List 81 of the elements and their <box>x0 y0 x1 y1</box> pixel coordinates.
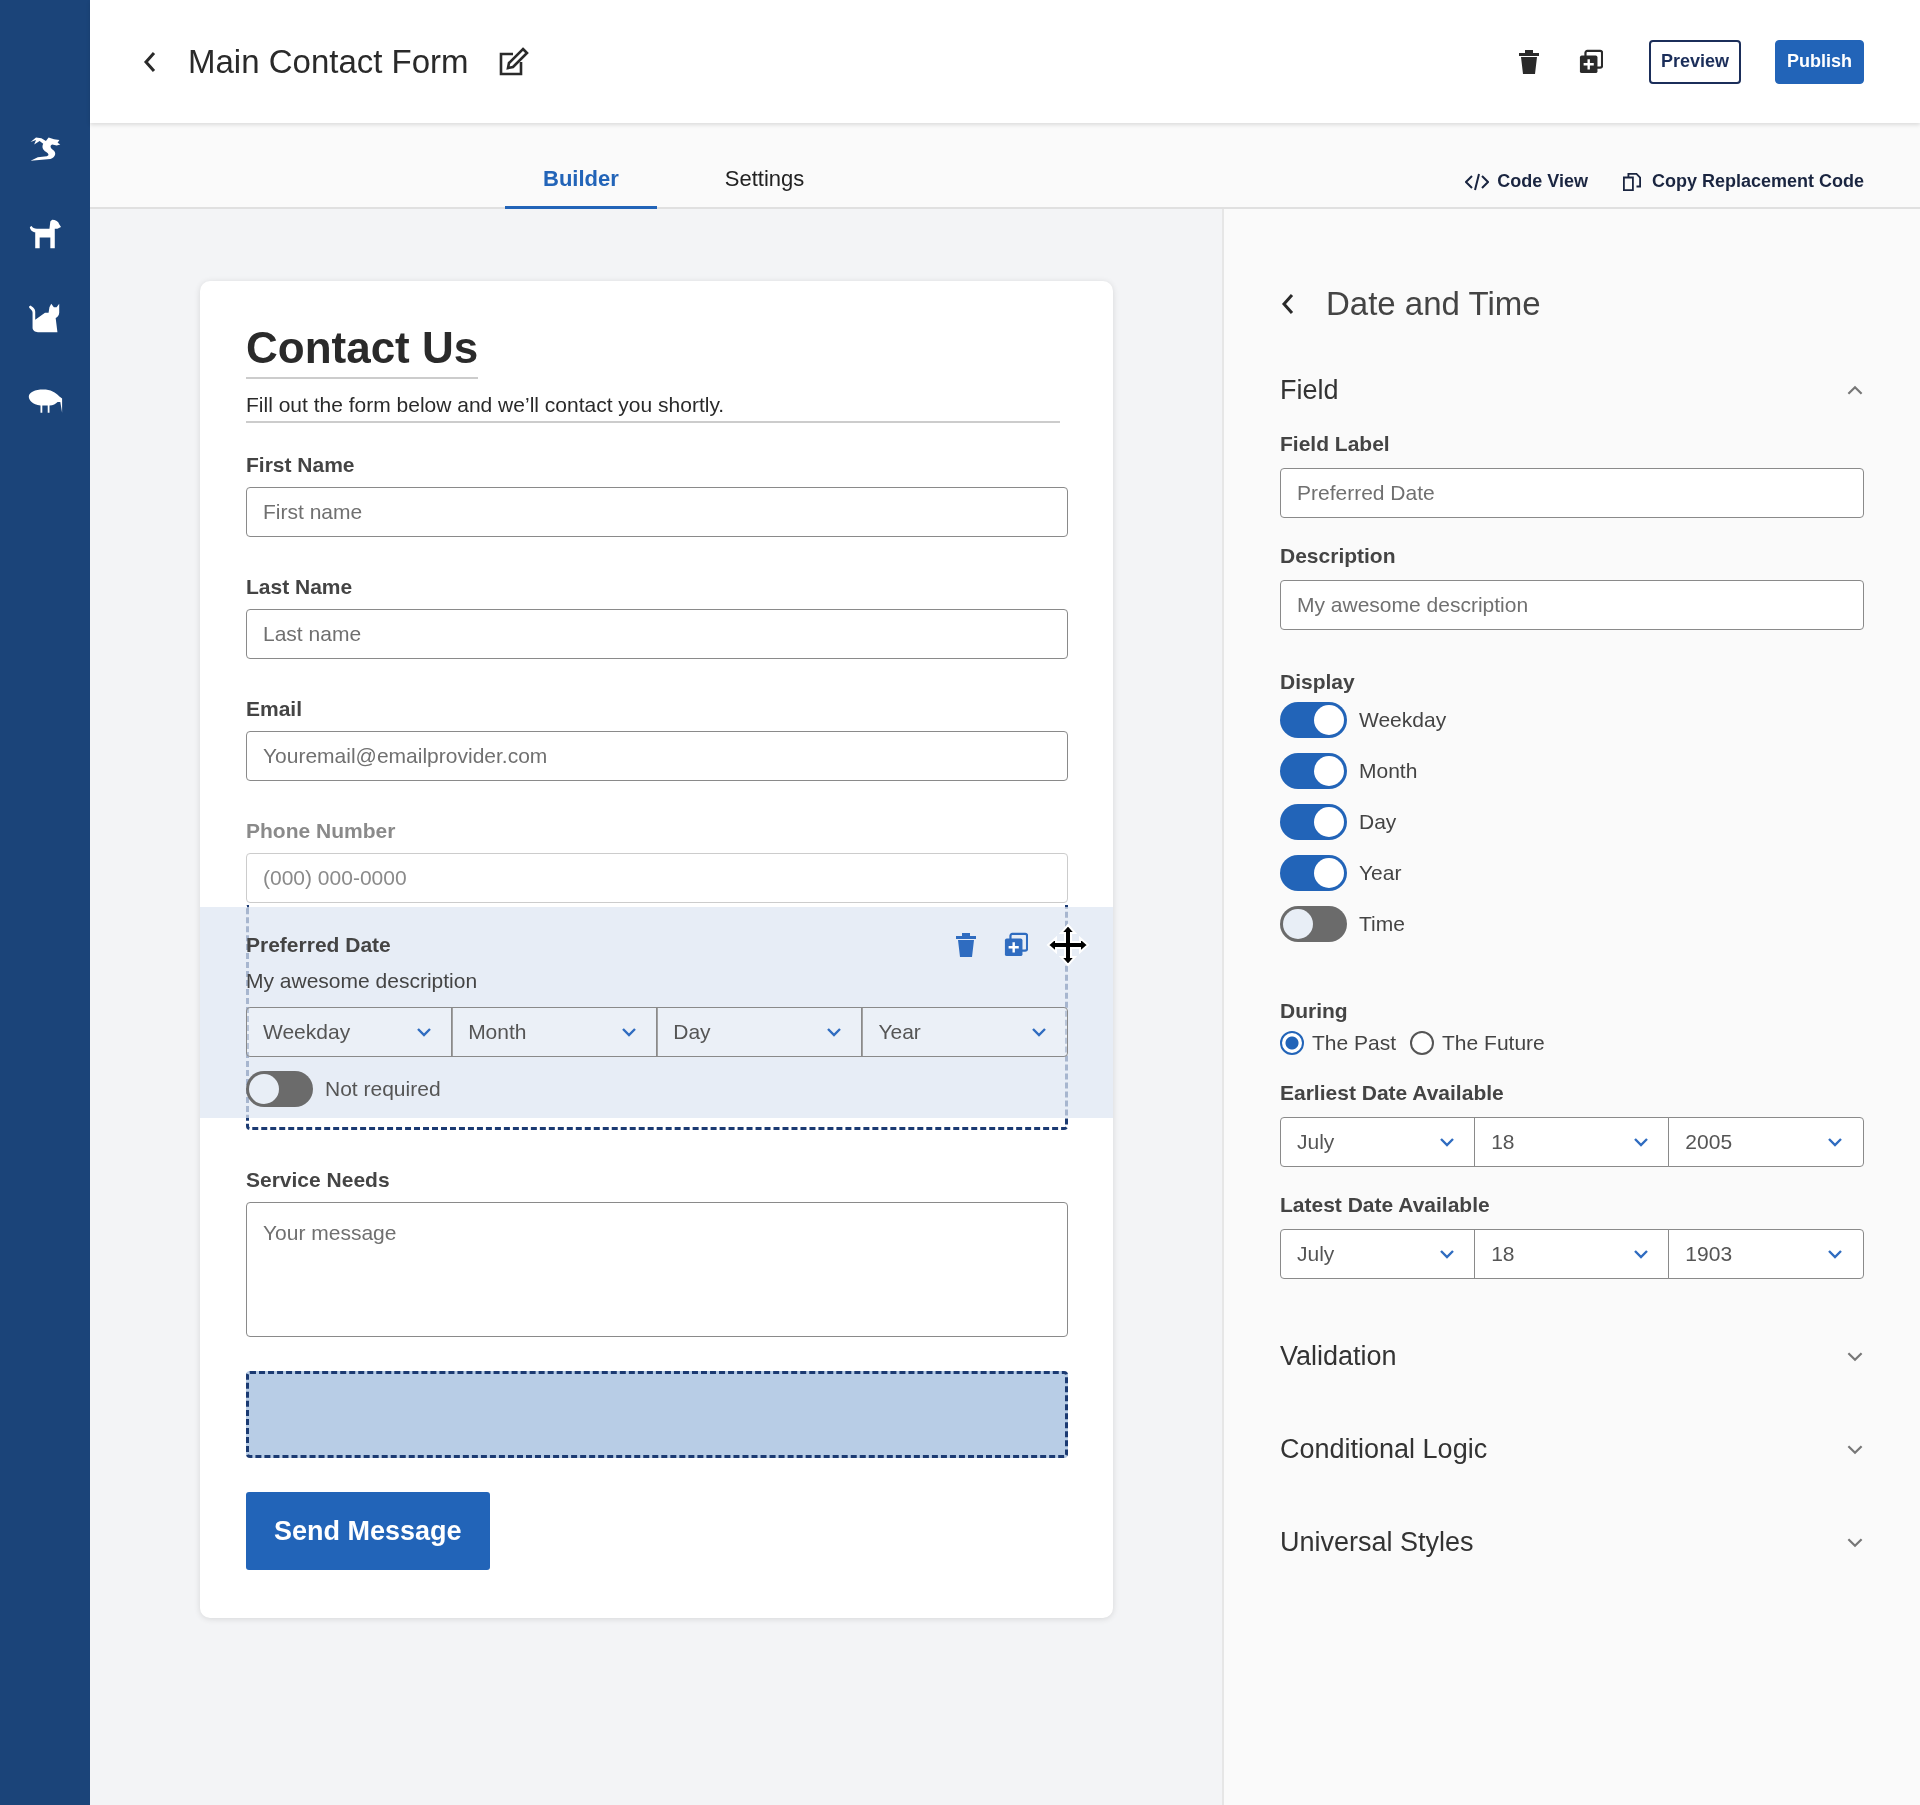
field-label: Field Label <box>1280 432 1391 456</box>
chevron-icon <box>1438 1249 1455 1259</box>
toggle-switch[interactable] <box>1280 804 1347 840</box>
field-label: Phone Number <box>246 819 397 843</box>
toggle-switch[interactable] <box>1280 702 1347 738</box>
toggle-switch[interactable] <box>246 1071 313 1107</box>
field-label: Display <box>1280 670 1356 694</box>
chevron-icon <box>620 1027 637 1037</box>
tab[interactable]: Settings <box>686 166 843 209</box>
move-cursor-icon[interactable] <box>1046 923 1090 967</box>
field-label: Earliest Date Available <box>1280 1081 1505 1105</box>
radio-label: The Future <box>1442 1031 1545 1055</box>
form-heading: Contact Us <box>246 323 479 379</box>
dropdown[interactable]: July <box>1280 1117 1476 1167</box>
text-input[interactable]: My awesome description <box>1280 580 1864 630</box>
dropdown[interactable]: 18 <box>1474 1117 1670 1167</box>
toggle-label: Time <box>1359 912 1405 936</box>
field-label: Description <box>1280 544 1397 568</box>
field-description: My awesome description <box>246 969 479 993</box>
radio-button[interactable] <box>1410 1031 1435 1055</box>
dropdown[interactable]: July <box>1280 1229 1476 1279</box>
toggle-label: Weekday <box>1359 708 1447 732</box>
chevron-icon <box>1632 1249 1649 1259</box>
dog-icon[interactable] <box>27 218 63 250</box>
message-textarea[interactable]: Your message <box>246 1202 1068 1337</box>
toolbar-link[interactable]: Code View <box>1497 171 1588 192</box>
dropdown[interactable]: 2005 <box>1668 1117 1864 1167</box>
radio-button[interactable] <box>1280 1031 1304 1055</box>
send-message-button[interactable]: Send Message <box>246 1492 490 1570</box>
dropdown[interactable]: Month <box>451 1007 658 1057</box>
dropdown[interactable]: Year <box>861 1007 1068 1057</box>
chevron-icon[interactable] <box>1846 1351 1864 1362</box>
section-title[interactable]: Validation <box>1280 1341 1397 1372</box>
back-chevron-icon[interactable] <box>142 49 158 74</box>
field-label: During <box>1280 999 1349 1023</box>
text-input[interactable]: First name <box>246 487 1068 537</box>
chevron-icon <box>1827 1137 1843 1147</box>
chevron-icon[interactable] <box>1846 1537 1864 1548</box>
toggle-switch[interactable] <box>1280 753 1347 789</box>
radio-label: The Past <box>1312 1031 1397 1055</box>
section-title[interactable]: Field <box>1280 375 1339 406</box>
chevron-icon <box>1632 1137 1649 1147</box>
trash-icon[interactable] <box>1516 48 1541 75</box>
chevron-icon <box>415 1027 432 1037</box>
dropdown[interactable]: Day <box>656 1007 863 1057</box>
text-input[interactable]: Preferred Date <box>1280 468 1864 518</box>
field-label: Email <box>246 697 304 721</box>
text-input[interactable]: Last name <box>246 609 1068 659</box>
chevron-icon[interactable] <box>1846 385 1864 396</box>
text-input[interactable]: Youremail@emailprovider.com <box>246 731 1068 781</box>
field-label: Service Needs <box>246 1168 391 1192</box>
dropdown[interactable]: 1903 <box>1668 1229 1864 1279</box>
preview-button[interactable]: Preview <box>1648 39 1741 84</box>
chevron-icon <box>825 1027 842 1037</box>
panel-title: Date and Time <box>1326 285 1541 323</box>
field-label: First Name <box>246 453 356 477</box>
toggle-label: Month <box>1359 759 1418 783</box>
form-description: Fill out the form below and we’ll contact you shortly. <box>246 393 1060 423</box>
toolbar-link[interactable]: Copy Replacement Code <box>1651 171 1864 192</box>
section-title[interactable]: Universal Styles <box>1280 1527 1474 1558</box>
toggle-label: Not required <box>325 1077 441 1101</box>
duplicate-icon[interactable] <box>1578 48 1603 75</box>
code-icon <box>1465 172 1490 191</box>
dropdown[interactable]: 18 <box>1474 1229 1670 1279</box>
field-label: Last Name <box>246 575 354 599</box>
chevron-icon <box>1827 1249 1843 1259</box>
field-label: Latest Date Available <box>1280 1193 1491 1217</box>
toggle-label: Day <box>1359 810 1397 834</box>
toggle-switch[interactable] <box>1280 855 1347 891</box>
chevron-icon <box>1438 1137 1455 1147</box>
phone-input[interactable]: (000) 000-0000 <box>246 853 1068 903</box>
back-chevron-icon[interactable] <box>1280 292 1296 316</box>
field-label: Preferred Date <box>246 933 391 957</box>
section-title[interactable]: Conditional Logic <box>1280 1434 1488 1465</box>
publish-button[interactable]: Publish <box>1775 39 1864 84</box>
toggle-label: Year <box>1359 861 1402 885</box>
chevron-icon <box>1031 1027 1047 1037</box>
dropdown[interactable]: Weekday <box>246 1007 453 1057</box>
chevron-icon[interactable] <box>1846 1444 1864 1455</box>
toggle-switch[interactable] <box>1280 906 1347 942</box>
form-title: Main Contact Form <box>188 42 469 81</box>
